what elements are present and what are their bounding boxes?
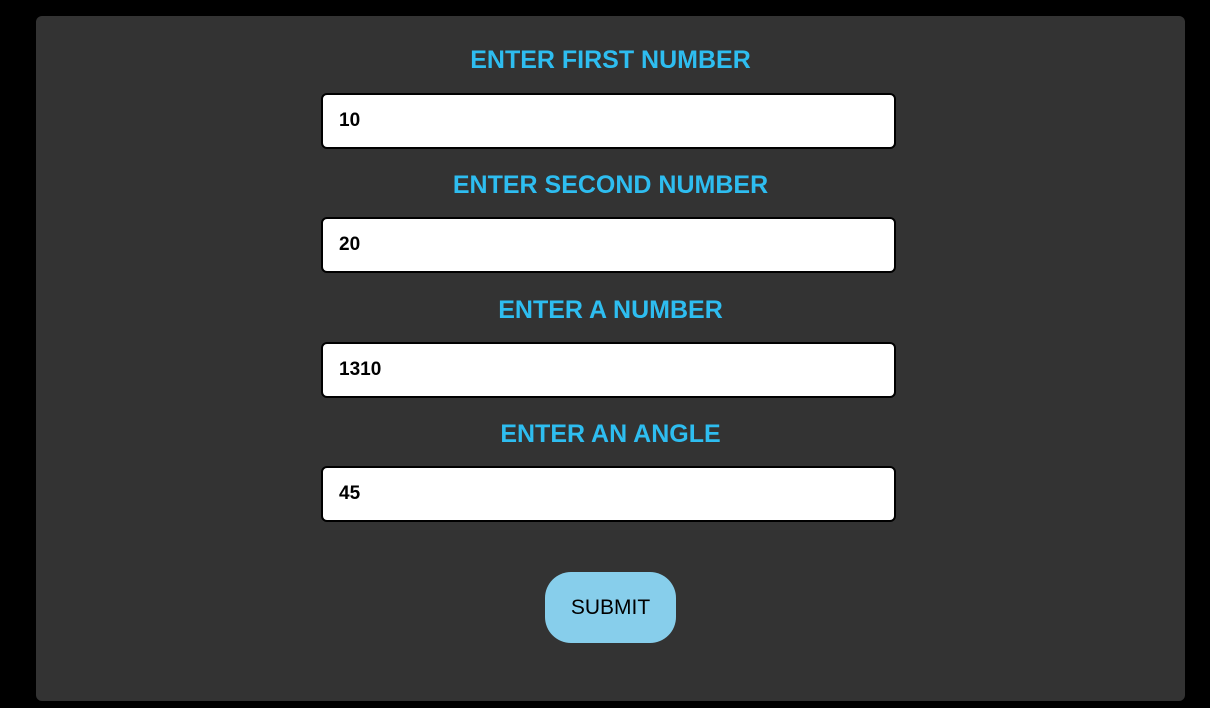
number-label: ENTER A NUMBER [498,296,723,324]
second-number-input[interactable] [321,217,896,273]
submit-button[interactable]: SUBMIT [545,572,676,643]
number-input[interactable] [321,342,896,398]
calculator-form-panel: ENTER FIRST NUMBER ENTER SECOND NUMBER E… [36,16,1185,701]
angle-input[interactable] [321,466,896,522]
first-number-label: ENTER FIRST NUMBER [470,46,751,74]
angle-label: ENTER AN ANGLE [500,420,721,448]
first-number-input[interactable] [321,93,896,149]
second-number-label: ENTER SECOND NUMBER [452,171,769,199]
